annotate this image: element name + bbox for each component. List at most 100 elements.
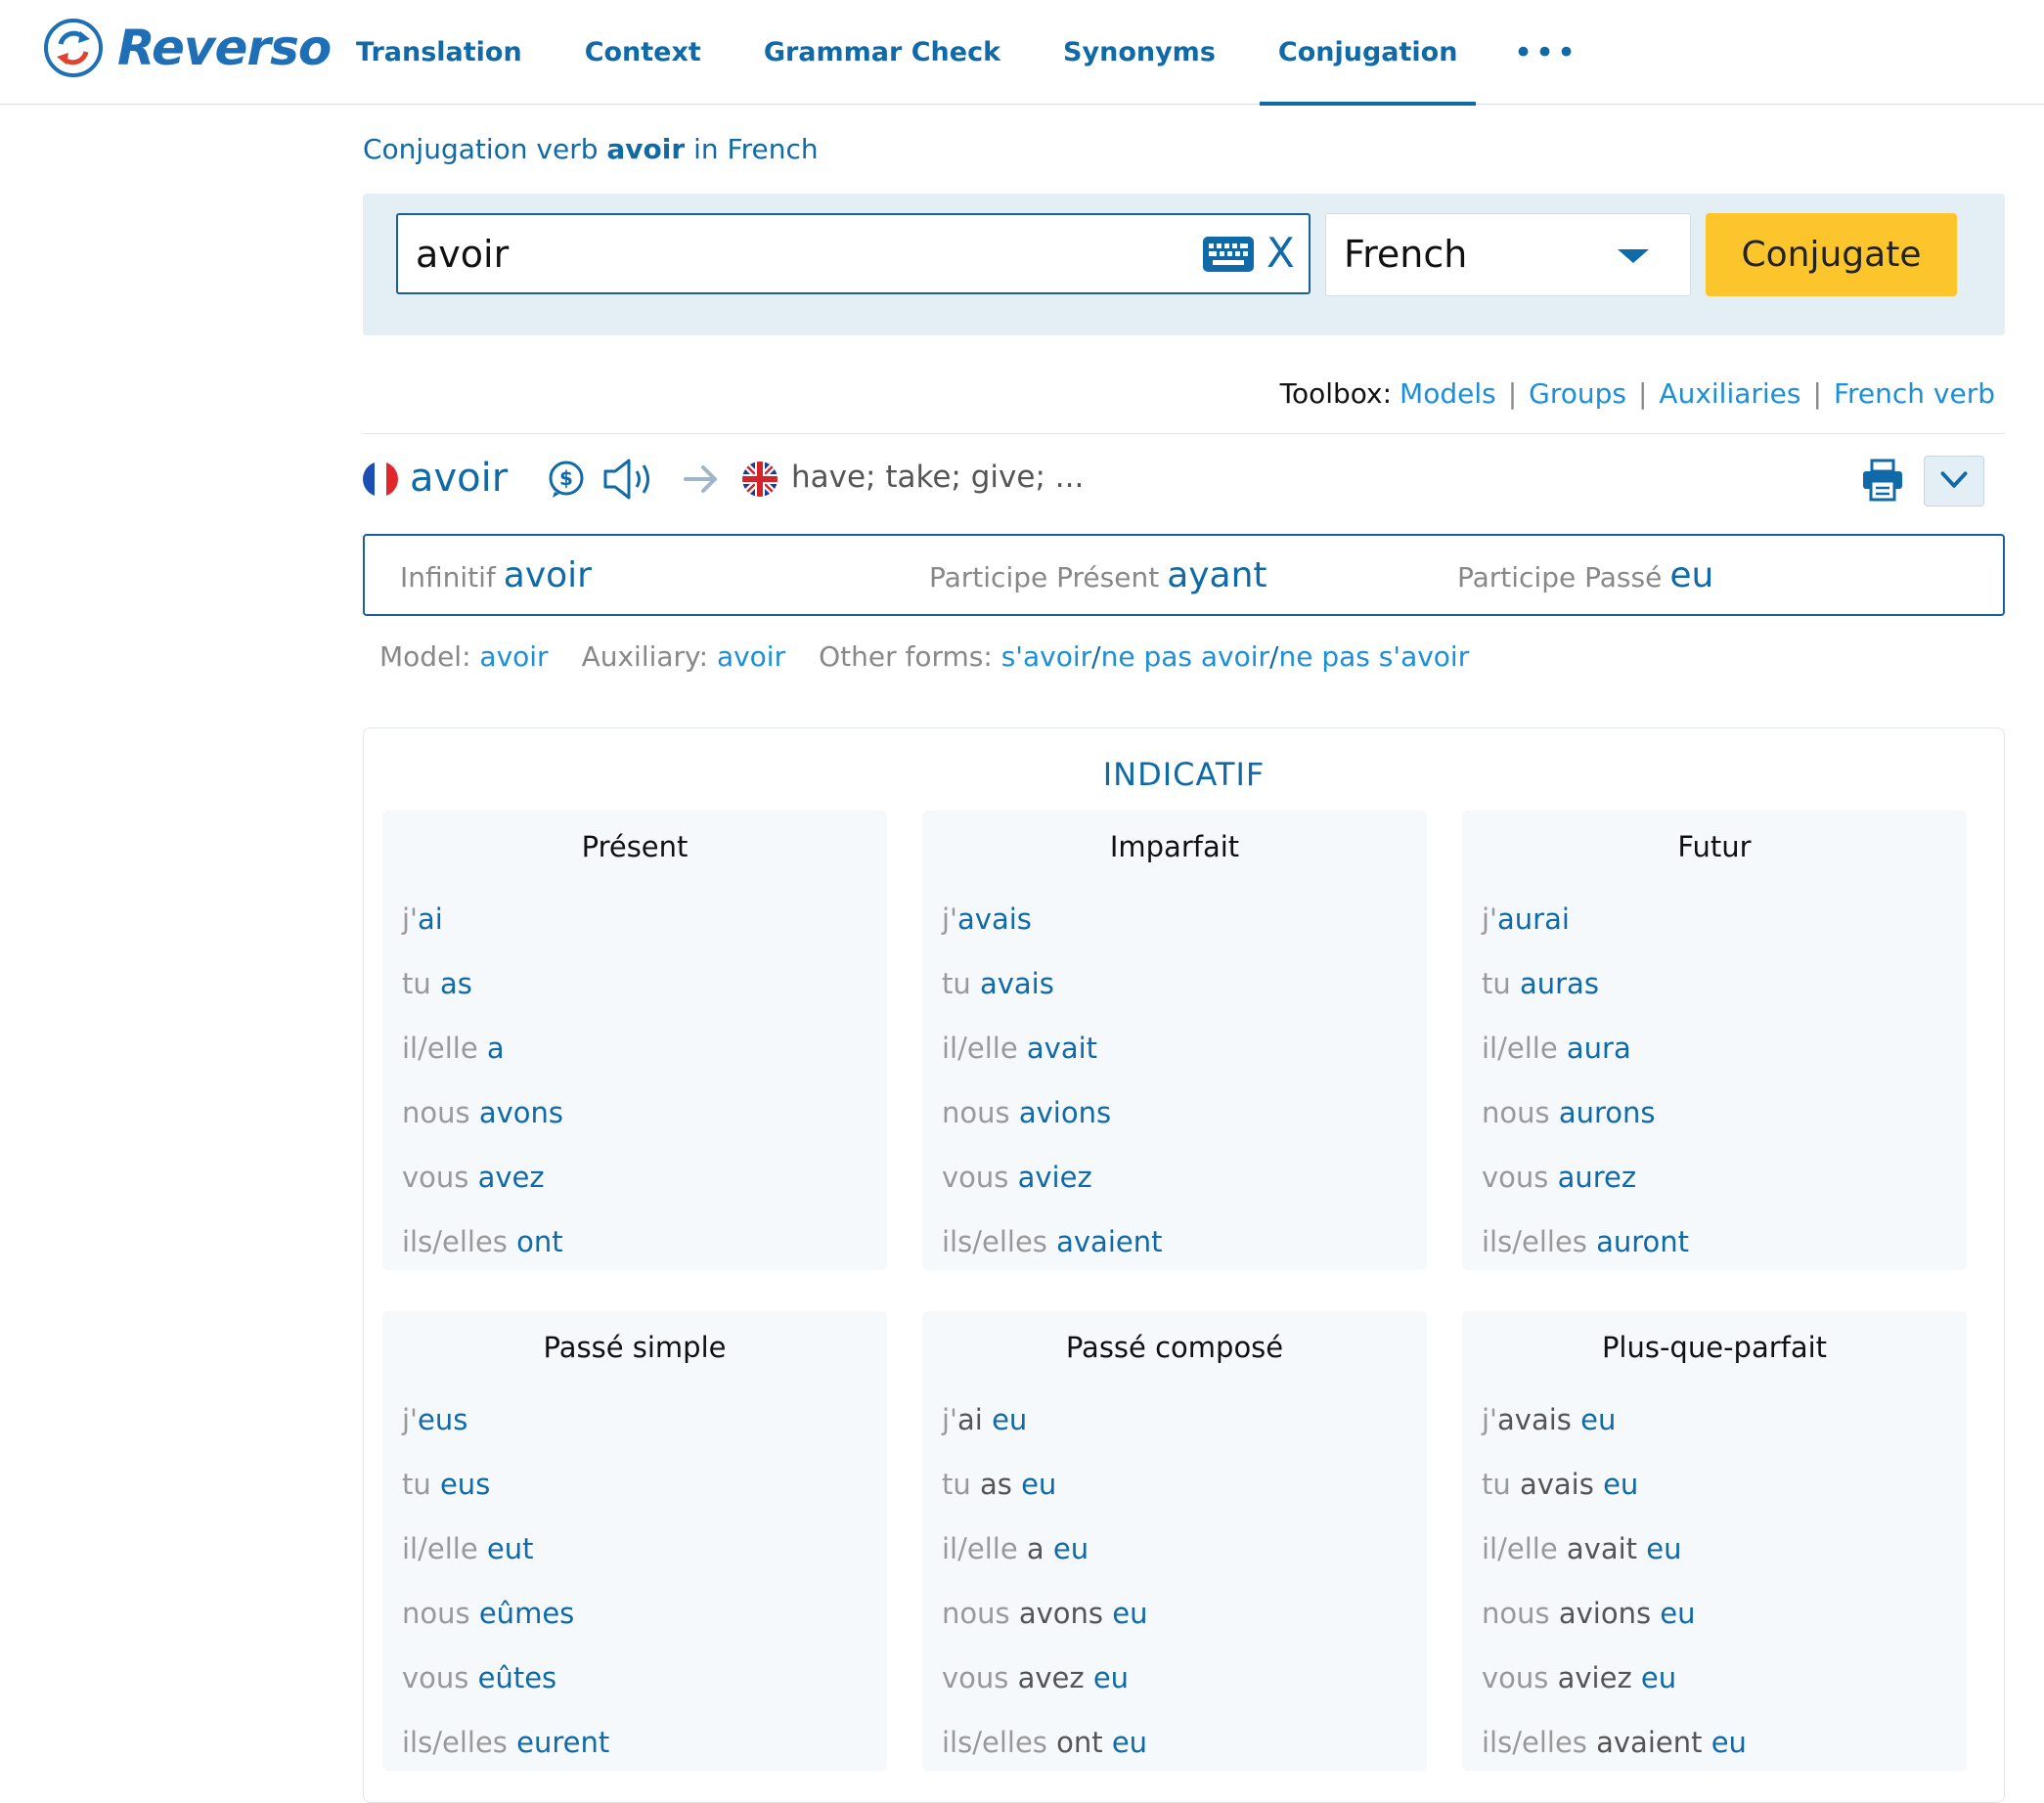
auxiliary: avait <box>1566 1532 1647 1565</box>
reverso-logo[interactable]: Reverso <box>43 18 332 78</box>
pronoun: j' <box>942 1403 958 1436</box>
conjugation-row[interactable]: il/elle a <box>402 1032 505 1065</box>
conjugation-row[interactable]: ils/elles auront <box>1482 1225 1689 1258</box>
pronoun: vous <box>942 1161 1018 1194</box>
nav-conjugation[interactable]: Conjugation <box>1259 0 1477 106</box>
verb-form: eurent <box>516 1726 610 1759</box>
conjugation-row[interactable]: ils/elles avaient eu <box>1482 1726 1747 1759</box>
conjugation-row[interactable]: j'avais eu <box>1482 1403 1616 1436</box>
conjugation-row[interactable]: j'ai <box>402 902 443 936</box>
conjugation-row[interactable]: nous avons eu <box>942 1597 1147 1630</box>
conjugation-row[interactable]: il/elle aura <box>1482 1032 1631 1065</box>
conjugation-row[interactable]: j'avais <box>942 902 1032 936</box>
speaker-icon[interactable] <box>601 458 656 501</box>
conjugation-row[interactable]: il/elle eut <box>402 1532 534 1565</box>
verb-form: eu <box>1711 1726 1747 1759</box>
conjugation-row[interactable]: ils/elles ont eu <box>942 1726 1147 1759</box>
conjugation-row[interactable]: il/elle avait eu <box>1482 1532 1682 1565</box>
verb-search-input[interactable] <box>416 215 1159 292</box>
conjugation-row[interactable]: vous eûtes <box>402 1661 556 1694</box>
toolbox-groups-link[interactable]: Groups <box>1529 377 1626 410</box>
print-icon[interactable] <box>1860 458 1905 503</box>
other-forms-info: Other forms: s'avoir/ne pas avoir/ne pas… <box>819 640 1469 673</box>
verb-translation: have; take; give; ... <box>791 460 1085 495</box>
model-link[interactable]: avoir <box>479 640 548 673</box>
conjugation-row[interactable]: vous avez eu <box>942 1661 1129 1694</box>
pronoun: nous <box>402 1096 479 1129</box>
verb-form: avais <box>979 967 1054 1000</box>
tense-name: Imparfait <box>1109 830 1240 863</box>
verb-form: eu <box>1092 1661 1130 1694</box>
conjugation-row[interactable]: tu eus <box>402 1468 490 1501</box>
conjugation-row[interactable]: j'ai eu <box>942 1403 1027 1436</box>
participe-present-form: Participe Présent ayant <box>929 555 1267 595</box>
other-form-link[interactable]: ne pas avoir <box>1101 640 1269 673</box>
page-title-verb: avoir <box>606 133 686 165</box>
conjugation-row[interactable]: vous aviez <box>942 1161 1092 1194</box>
conjugation-row[interactable]: ils/elles ont <box>402 1225 563 1258</box>
pronoun: ils/elles <box>1482 1225 1597 1258</box>
conjugation-row[interactable]: nous avions <box>942 1096 1111 1129</box>
conjugation-row[interactable]: tu avais eu <box>1482 1468 1638 1501</box>
verb-form: eûmes <box>478 1597 575 1630</box>
pronoun: il/elle <box>1482 1532 1567 1565</box>
verb-form: avons <box>478 1096 564 1129</box>
auxiliary: ont <box>1056 1726 1112 1759</box>
pronoun: ils/elles <box>1482 1726 1597 1759</box>
toolbox-french-verb-link[interactable]: French verb <box>1834 377 1995 410</box>
language-select[interactable]: French <box>1325 213 1691 296</box>
pronoun: il/elle <box>1482 1032 1567 1065</box>
conjugation-row[interactable]: tu as eu <box>942 1468 1056 1501</box>
conjugation-row[interactable]: tu auras <box>1482 967 1599 1000</box>
speak-slow-icon[interactable]: $ <box>547 460 586 499</box>
clear-search-icon[interactable]: X <box>1266 229 1295 278</box>
conjugation-row[interactable]: vous aurez <box>1482 1161 1636 1194</box>
conjugation-row[interactable]: il/elle a eu <box>942 1532 1089 1565</box>
pronoun: nous <box>1482 1096 1559 1129</box>
conjugation-row[interactable]: j'eus <box>402 1403 467 1436</box>
auxiliary-link[interactable]: avoir <box>717 640 785 673</box>
divider <box>363 433 2005 434</box>
keyboard-icon[interactable] <box>1203 237 1254 272</box>
caret-down-icon <box>1618 249 1649 263</box>
verb-form: eus <box>439 1468 491 1501</box>
reverso-logo-icon <box>44 19 103 77</box>
verb-form: avez <box>477 1161 545 1194</box>
verb-form: ai <box>418 902 443 936</box>
conjugation-row[interactable]: vous aviez eu <box>1482 1661 1676 1694</box>
conjugation-row[interactable]: nous avions eu <box>1482 1597 1696 1630</box>
more-menu-icon[interactable]: ••• <box>1501 0 1589 105</box>
conjugation-row[interactable]: vous avez <box>402 1161 545 1194</box>
conjugation-row[interactable]: ils/elles avaient <box>942 1225 1162 1258</box>
tense-name: Passé simple <box>543 1331 727 1364</box>
toolbox-models-link[interactable]: Models <box>1400 377 1496 410</box>
verb-form: avait <box>1026 1032 1098 1065</box>
conjugation-row[interactable]: nous eûmes <box>402 1597 574 1630</box>
conjugation-row[interactable]: il/elle avait <box>942 1032 1097 1065</box>
conjugate-button[interactable]: Conjugate <box>1706 213 1957 296</box>
verb-form: aurons <box>1558 1096 1656 1129</box>
nav-grammar-check[interactable]: Grammar Check <box>745 0 1019 105</box>
verb-form: aurez <box>1557 1161 1637 1194</box>
expand-button[interactable] <box>1924 456 1984 506</box>
other-form-link[interactable]: ne pas s'avoir <box>1278 640 1469 673</box>
conjugation-row[interactable]: ils/elles eurent <box>402 1726 609 1759</box>
tense-block: Passé composé j'ai eu tu as eu il/elle a eu… <box>922 1311 1427 1771</box>
pronoun: j' <box>402 902 419 936</box>
conjugation-row[interactable]: tu avais <box>942 967 1054 1000</box>
search-field: X <box>396 213 1311 294</box>
toolbox-auxiliaries-link[interactable]: Auxiliaries <box>1659 377 1800 410</box>
nav-translation[interactable]: Translation <box>337 0 541 105</box>
nav-synonyms[interactable]: Synonyms <box>1044 0 1234 105</box>
conjugation-row[interactable]: j'aurai <box>1482 902 1570 936</box>
participe-passe-value: eu <box>1669 555 1714 595</box>
conjugation-row[interactable]: nous avons <box>402 1096 563 1129</box>
other-form-link[interactable]: s'avoir <box>1001 640 1091 673</box>
conjugation-row[interactable]: nous aurons <box>1482 1096 1656 1129</box>
verb-form: eut <box>486 1532 534 1565</box>
conjugation-row[interactable]: tu as <box>402 967 472 1000</box>
tense-name: Futur <box>1677 830 1752 863</box>
participe-present-value: ayant <box>1167 555 1267 595</box>
nav-context[interactable]: Context <box>566 0 720 105</box>
page-title-suffix: in French <box>685 133 819 165</box>
